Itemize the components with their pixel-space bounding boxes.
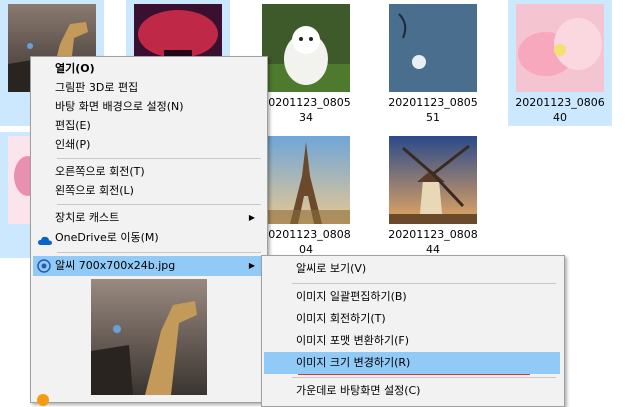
menu-item-alsee[interactable]: 알씨 700x700x24b.jpg ▶ [33, 256, 263, 276]
submenu-separator [292, 377, 556, 378]
menu-item-cast[interactable]: 장치로 캐스트 ▶ [33, 208, 263, 228]
menu-item-open[interactable]: 열기(O) [33, 59, 263, 79]
menu-item-paint3d[interactable]: 그림판 3D로 편집 [33, 78, 263, 98]
submenu-item-view[interactable]: 알씨로 보기(V) [264, 258, 560, 280]
menu-separator [57, 252, 261, 253]
resize-underline-annotation [298, 374, 530, 375]
file-name: 20201123_0808 [388, 228, 478, 241]
file-tile-flower[interactable]: 20201123_0806 40 [508, 0, 612, 126]
submenu-item-rotate[interactable]: 이미지 회전하기(T) [264, 308, 560, 330]
context-menu: 열기(O) 그림판 3D로 편집 바탕 화면 배경으로 설정(N) 편집(E) … [30, 56, 268, 403]
image-preview-giraffe [91, 279, 207, 395]
file-name-line2: 51 [426, 111, 440, 124]
submenu-item-batch-edit[interactable]: 이미지 일괄편집하기(B) [264, 286, 560, 308]
thumbnail-moon [389, 4, 477, 92]
menu-item-rotate-right[interactable]: 오른쪽으로 회전(T) [33, 162, 263, 182]
submenu-arrow-icon: ▶ [248, 213, 255, 222]
thumbnail-windmill [389, 136, 477, 224]
file-name: 20201123_0805 [388, 96, 478, 109]
submenu-arrow-icon: ▶ [248, 261, 255, 270]
submenu-item-format-convert[interactable]: 이미지 포맷 변환하기(F) [264, 330, 560, 352]
onedrive-cloud-icon [38, 233, 52, 253]
menu-item-print[interactable]: 인쇄(P) [33, 135, 263, 155]
menu-item-onedrive[interactable]: OneDrive로 이동(M) [33, 228, 263, 248]
file-tile-dog[interactable]: 20201123_0805 34 [254, 0, 358, 126]
file-name: 20201123_0808 [261, 228, 351, 241]
submenu-item-resize[interactable]: 이미지 크기 변경하기(R) [264, 352, 560, 374]
submenu-separator [292, 283, 556, 284]
file-tile-windmill[interactable]: 20201123_0808 44 [381, 132, 485, 258]
menu-separator [57, 158, 261, 159]
file-name-line2: 40 [553, 111, 567, 124]
app-status-icon [37, 394, 49, 406]
menu-separator [57, 204, 261, 205]
thumbnail-dog [262, 4, 350, 92]
alsee-icon [37, 259, 51, 280]
file-tile-moon[interactable]: 20201123_0805 51 [381, 0, 485, 126]
file-tile-eiffel[interactable]: 20201123_0808 04 [254, 132, 358, 258]
menu-item-edit[interactable]: 편집(E) [33, 116, 263, 136]
menu-item-rotate-left[interactable]: 왼쪽으로 회전(L) [33, 181, 263, 201]
thumbnail-flower [516, 4, 604, 92]
file-name: 20201123_0805 [261, 96, 351, 109]
menu-item-set-wallpaper[interactable]: 바탕 화면 배경으로 설정(N) [33, 97, 263, 117]
file-name-line2: 34 [299, 111, 313, 124]
file-name: 20201123_0806 [515, 96, 605, 109]
thumbnail-eiffel [262, 136, 350, 224]
alsee-submenu: 알씨로 보기(V) 이미지 일괄편집하기(B) 이미지 회전하기(T) 이미지 … [261, 255, 565, 407]
